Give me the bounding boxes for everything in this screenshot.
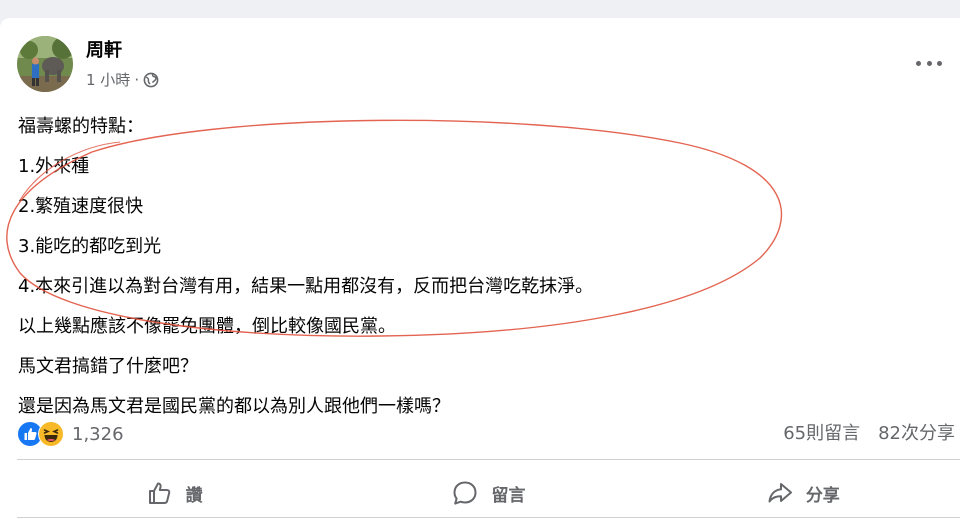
post-line: 馬文君搞錯了什麼吧？ xyxy=(18,356,198,377)
comment-button-label: 留言 xyxy=(491,485,526,506)
avatar-image xyxy=(17,36,73,92)
comment-bubble-icon xyxy=(453,481,477,505)
post-line: 2.繁殖速度很快 xyxy=(18,196,144,217)
post-meta: 1 小時 · xyxy=(86,69,159,90)
divider-bottom xyxy=(17,517,960,518)
comment-count-link[interactable]: 65則留言 xyxy=(783,421,860,447)
reactions-summary[interactable]: 1,326 xyxy=(17,421,124,447)
like-button-label: 讚 xyxy=(185,485,203,506)
post-line: 3.能吃的都吃到光 xyxy=(18,236,162,257)
engagement-stats: 65則留言 82次分享 xyxy=(783,421,955,447)
post-line: 以上幾點應該不像罷免團體，倒比較像國民黨。 xyxy=(18,316,396,337)
post-timestamp[interactable]: 1 小時 xyxy=(86,69,130,90)
author-name[interactable]: 周軒 xyxy=(86,36,122,62)
haha-reaction-icon xyxy=(38,421,64,447)
reaction-count: 1,326 xyxy=(72,423,124,445)
post-actions: 讚 留言 分享 xyxy=(17,467,960,519)
post-card: 周軒 1 小時 · 福壽螺的特點： 1.外來種 2.繁殖速度很快 3.能吃的都吃… xyxy=(0,18,960,519)
author-avatar[interactable] xyxy=(17,36,73,92)
post-line: 1.外來種 xyxy=(18,156,90,177)
share-button[interactable]: 分享 xyxy=(646,467,960,519)
divider-top xyxy=(17,459,960,460)
thumbs-up-icon xyxy=(148,482,170,504)
comment-button[interactable]: 留言 xyxy=(331,467,645,519)
post-line: 福壽螺的特點： xyxy=(18,116,144,137)
post-text: 福壽螺的特點： 1.外來種 2.繁殖速度很快 3.能吃的都吃到光 4.本來引進以… xyxy=(18,107,918,427)
more-options-icon[interactable] xyxy=(916,56,942,70)
share-count-link[interactable]: 82次分享 xyxy=(878,421,955,447)
globe-icon[interactable] xyxy=(143,72,159,88)
post-line: 4.本來引進以為對台灣有用，結果一點用都沒有，反而把台灣吃乾抹淨。 xyxy=(18,276,594,297)
share-button-label: 分享 xyxy=(805,485,840,506)
meta-separator: · xyxy=(134,70,140,89)
share-arrow-icon xyxy=(768,483,792,503)
like-button[interactable]: 讚 xyxy=(17,467,331,519)
